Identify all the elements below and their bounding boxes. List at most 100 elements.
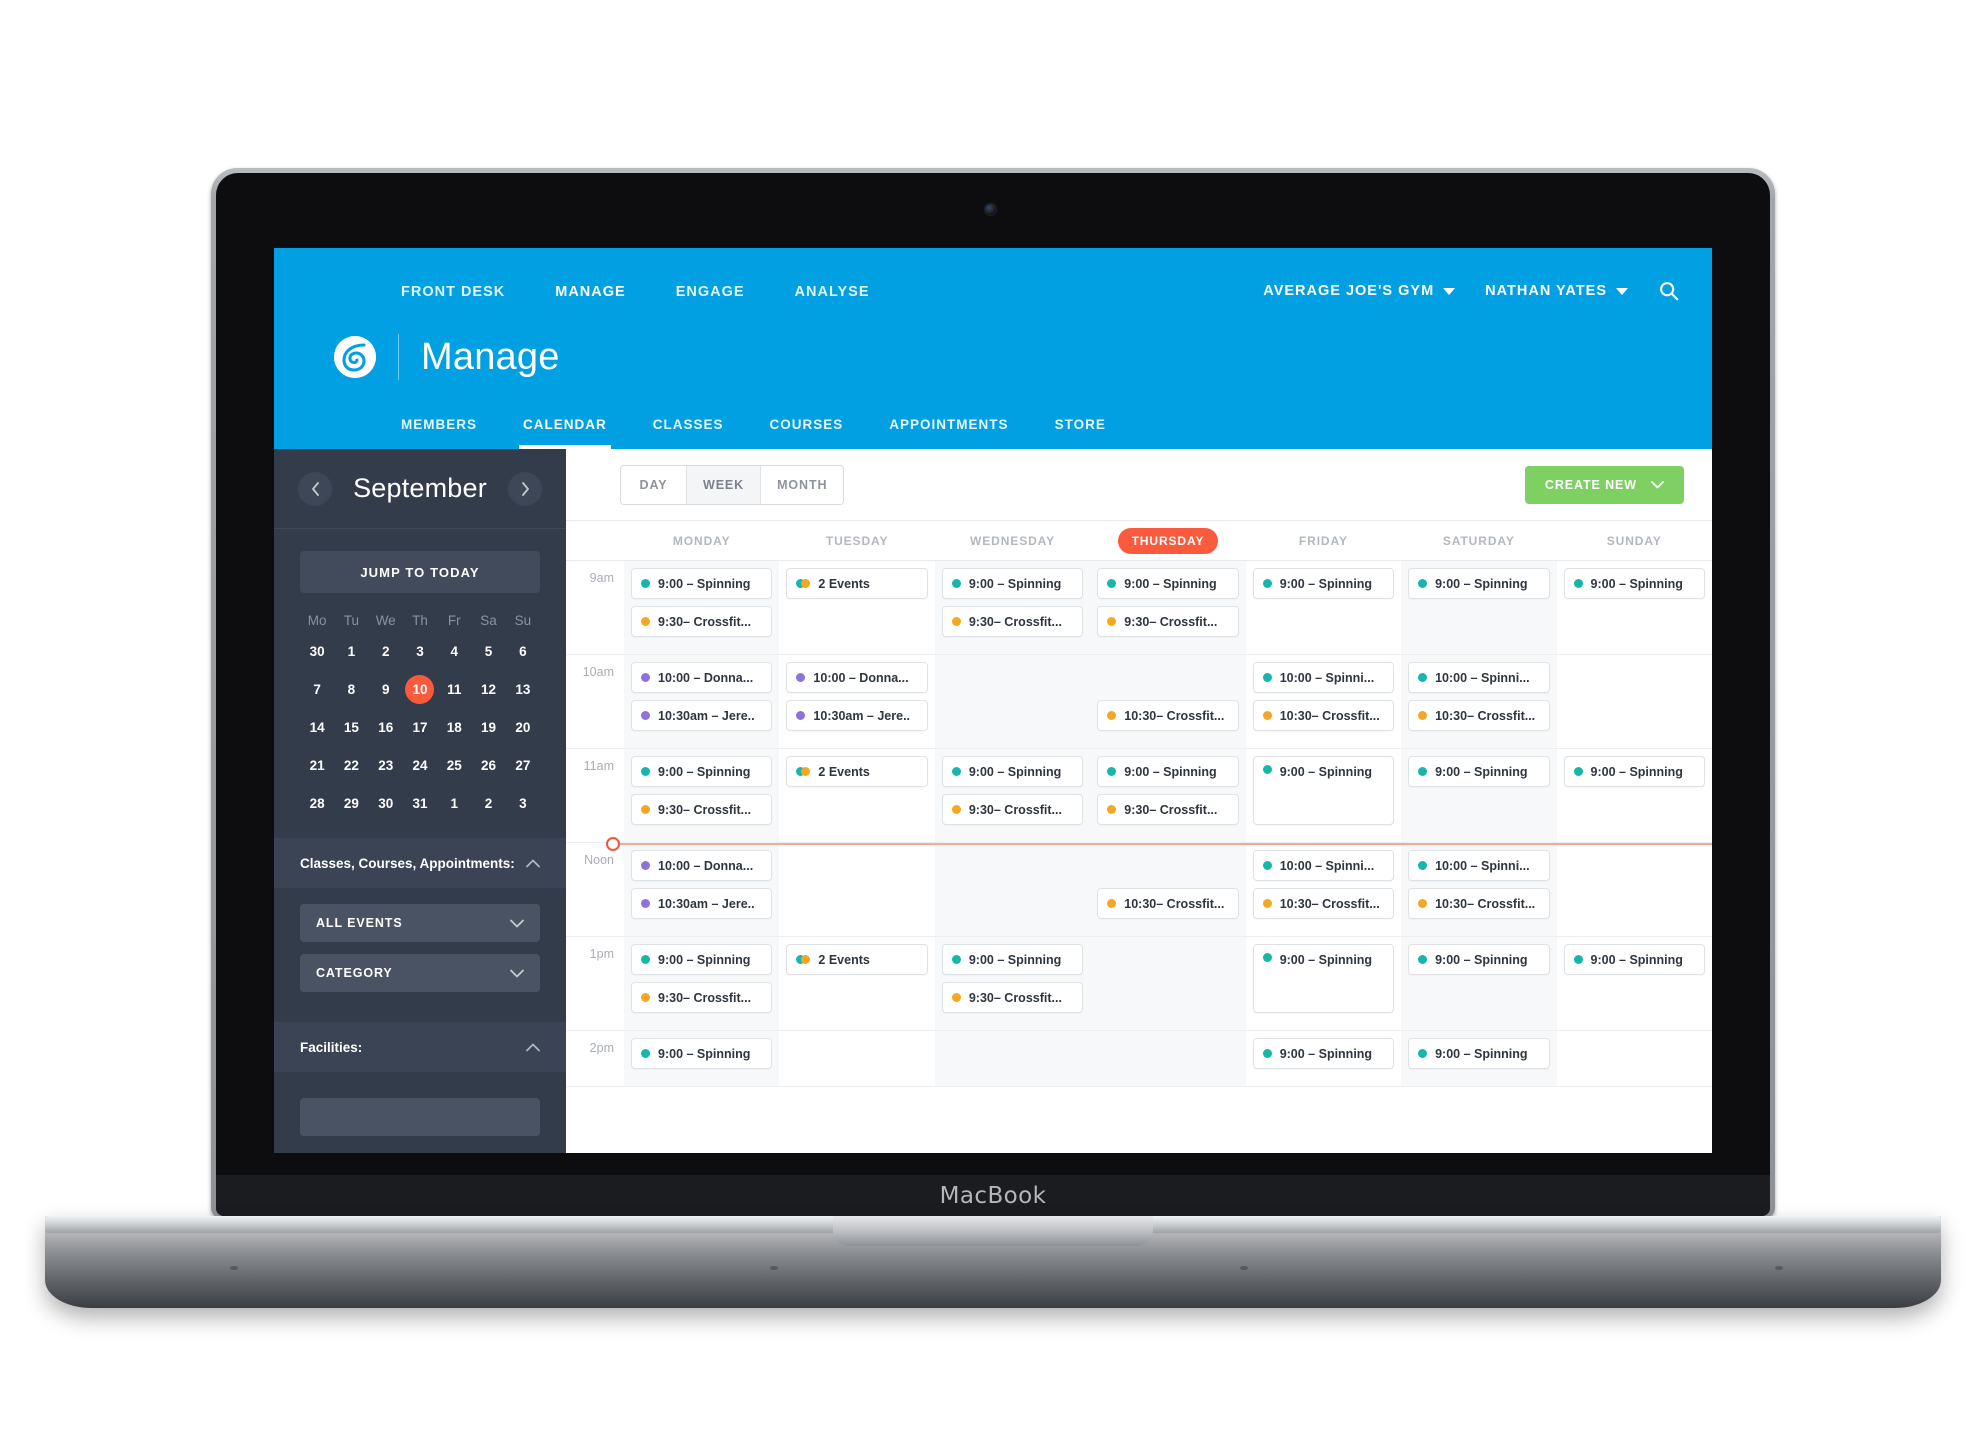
mini-calendar-day[interactable]: 23 [369,751,403,780]
calendar-event[interactable]: 10:30– Crossfit... [1408,700,1550,731]
calendar-cell[interactable] [1090,1031,1246,1086]
mini-calendar-day[interactable]: 7 [300,675,334,704]
calendar-event[interactable]: 9:00 – Spinning [941,944,1084,975]
mini-calendar-day[interactable]: 3 [403,637,437,666]
mini-calendar-day[interactable]: 15 [334,713,368,742]
calendar-cell[interactable]: 10:00 – Donna... 10:30am – Jere.. [624,655,780,748]
calendar-cell[interactable]: 9:00 – Spinning [1557,561,1712,654]
calendar-event[interactable]: 10:30am – Jere.. [631,700,773,731]
calendar-event[interactable]: 9:00 – Spinning [1563,756,1705,787]
calendar-cell[interactable]: 10:00 – Spinni... 10:30– Crossfit... [1246,843,1401,936]
mini-calendar-day[interactable]: 5 [471,637,505,666]
calendar-event[interactable]: 10:00 – Donna... [631,662,773,693]
calendar-event[interactable]: 9:00 – Spinning [1252,944,1395,1013]
mini-calendar-day[interactable]: 9 [369,675,403,704]
calendar-event[interactable]: 9:00 – Spinning [941,568,1084,599]
calendar-event[interactable]: 10:30– Crossfit... [1408,888,1550,919]
calendar-cell[interactable] [934,655,1091,748]
calendar-cell[interactable]: 9:00 – Spinning [624,1031,780,1086]
calendar-cell[interactable]: 9:00 – Spinning 9:30– Crossfit... [624,561,780,654]
mini-calendar-day[interactable]: 13 [506,675,540,704]
calendar-cell[interactable]: 9:00 – Spinning [1557,749,1712,842]
mini-calendar-day[interactable]: 1 [334,637,368,666]
calendar-event[interactable]: 10:00 – Spinni... [1408,850,1550,881]
calendar-event[interactable]: 10:30am – Jere.. [786,700,928,731]
calendar-event[interactable]: 9:00 – Spinning [1408,1038,1550,1069]
calendar-event[interactable]: 9:30– Crossfit... [631,982,773,1013]
mini-calendar-day[interactable]: 17 [403,713,437,742]
facility-select[interactable] [300,1098,540,1136]
calendar-cell[interactable]: 9:00 – Spinning 9:30– Crossfit... [934,937,1091,1030]
nav-front-desk[interactable]: FRONT DESK [401,280,505,304]
calendar-cell[interactable] [1557,1031,1712,1086]
mini-calendar-day[interactable]: 8 [334,675,368,704]
jump-to-today-button[interactable]: JUMP TO TODAY [300,551,540,593]
day-header-tuesday[interactable]: TUESDAY [779,521,934,560]
calendar-event[interactable]: 9:30– Crossfit... [941,982,1084,1013]
mini-calendar-day[interactable]: 19 [471,713,505,742]
calendar-cell[interactable] [934,843,1091,936]
create-new-button[interactable]: CREATE NEW [1524,465,1684,504]
mini-calendar-day[interactable]: 18 [437,713,471,742]
calendar-event[interactable]: 9:00 – Spinning [1097,756,1239,787]
calendar-cell[interactable]: 10:30– Crossfit... [1090,843,1246,936]
calendar-cell[interactable]: 9:00 – Spinning 9:30– Crossfit... [934,561,1091,654]
calendar-event[interactable]: 10:30– Crossfit... [1252,700,1395,731]
calendar-event[interactable]: 2 Events [786,568,928,599]
calendar-cell[interactable]: 9:00 – Spinning 9:30– Crossfit... [624,749,780,842]
calendar-event[interactable]: 10:00 – Donna... [786,662,928,693]
mini-calendar-day[interactable]: 24 [403,751,437,780]
calendar-cell[interactable]: 9:00 – Spinning [1246,1031,1401,1086]
calendar-event[interactable]: 10:00 – Spinni... [1252,850,1395,881]
mini-calendar-day[interactable]: 20 [506,713,540,742]
calendar-grid[interactable]: 9am 9:00 – Spinning 9:30– Crossfit... 2 Eve… [566,561,1712,1153]
mini-calendar-day[interactable]: 6 [506,637,540,666]
nav-analyse[interactable]: ANALYSE [795,280,870,304]
calendar-cell[interactable]: 9:00 – Spinning [1246,561,1401,654]
calendar-event[interactable]: 9:30– Crossfit... [941,606,1084,637]
calendar-cell[interactable]: 9:00 – Spinning [1401,749,1557,842]
tab-calendar[interactable]: CALENDAR [519,417,611,449]
calendar-event[interactable]: 10:00 – Donna... [631,850,773,881]
calendar-event[interactable]: 9:00 – Spinning [1563,944,1705,975]
tab-classes[interactable]: CLASSES [653,417,724,449]
calendar-event[interactable]: 9:00 – Spinning [1408,568,1550,599]
calendar-event[interactable]: 9:00 – Spinning [1252,756,1395,825]
calendar-cell[interactable]: 9:00 – Spinning 9:30– Crossfit... [624,937,780,1030]
mini-calendar-day[interactable]: 2 [471,789,505,818]
calendar-cell[interactable]: 9:00 – Spinning [1401,1031,1557,1086]
calendar-event[interactable]: 9:00 – Spinning [631,756,773,787]
day-header-sunday[interactable]: SUNDAY [1557,521,1712,560]
mini-calendar-day[interactable]: 14 [300,713,334,742]
day-header-saturday[interactable]: SATURDAY [1401,521,1556,560]
calendar-event[interactable]: 2 Events [786,944,928,975]
calendar-cell[interactable]: 9:00 – Spinning [1246,749,1401,842]
calendar-event[interactable]: 10:00 – Spinni... [1252,662,1395,693]
calendar-event[interactable]: 9:30– Crossfit... [631,794,773,825]
calendar-event[interactable]: 9:00 – Spinning [1408,756,1550,787]
calendar-cell[interactable] [934,1031,1091,1086]
tab-appointments[interactable]: APPOINTMENTS [889,417,1008,449]
search-icon[interactable] [1658,280,1680,302]
calendar-cell[interactable]: 2 Events [779,937,934,1030]
mini-calendar-day[interactable]: 22 [334,751,368,780]
calendar-cell[interactable] [1557,655,1712,748]
day-header-friday[interactable]: FRIDAY [1246,521,1401,560]
calendar-cell[interactable]: 9:00 – Spinning [1557,937,1712,1030]
calendar-cell[interactable]: 10:00 – Donna... 10:30am – Jere.. [624,843,780,936]
tab-store[interactable]: STORE [1055,417,1106,449]
prev-month-button[interactable] [298,471,332,506]
calendar-cell[interactable]: 9:00 – Spinning 9:30– Crossfit... [1090,561,1246,654]
calendar-cell[interactable] [1090,937,1246,1030]
calendar-event[interactable]: 9:00 – Spinning [631,1038,773,1069]
mini-calendar-day[interactable]: 29 [334,789,368,818]
mini-calendar-day[interactable]: 2 [369,637,403,666]
calendar-event[interactable]: 9:30– Crossfit... [941,794,1084,825]
day-header-wednesday[interactable]: WEDNESDAY [935,521,1090,560]
calendar-cell[interactable]: 2 Events [779,749,934,842]
calendar-cell[interactable]: 10:30– Crossfit... [1090,655,1246,748]
filter-section-events-header[interactable]: Classes, Courses, Appointments: [274,838,566,888]
mini-calendar-day[interactable]: 30 [300,637,334,666]
calendar-cell[interactable]: 10:00 – Spinni... 10:30– Crossfit... [1401,655,1557,748]
calendar-event[interactable]: 9:00 – Spinning [631,944,773,975]
